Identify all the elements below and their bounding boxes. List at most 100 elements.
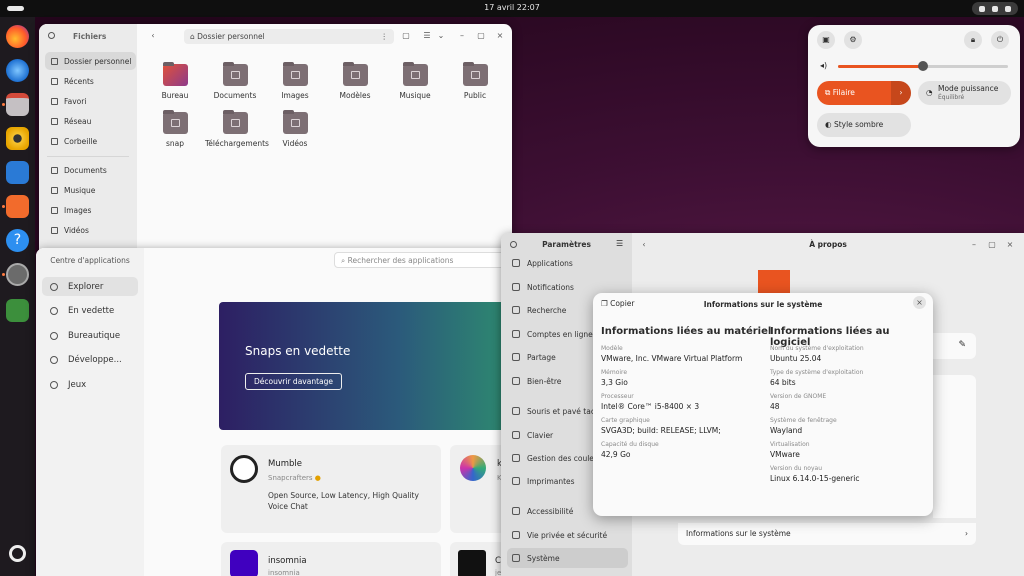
app-center-window: Centre d'applications Explorer En vedette… [36,248,516,576]
nav-item[interactable]: En vedette [42,302,138,321]
featured-banner[interactable]: Snaps en vedette Découvrir davantage [219,302,516,430]
dark-style-toggle[interactable]: ◐ Style sombre [817,113,911,137]
settings-item[interactable]: Vie privée et sécurité [507,525,628,545]
insomnia-icon [230,550,258,576]
settings-gear-icon[interactable]: ⚙ [844,31,862,49]
settings-item[interactable]: Applications [507,253,628,273]
app-card[interactable]: insomnia insomnia [221,542,441,576]
app-center-icon[interactable] [6,195,29,218]
close-icon[interactable]: × [913,296,926,309]
minimize-icon[interactable]: – [454,28,470,44]
menu-icon[interactable]: ☰ [616,239,623,248]
bookmark-item[interactable]: Musique [45,181,136,199]
system-info-row[interactable]: Informations sur le système › [678,523,976,545]
documents-folder-icon [222,62,248,86]
sidebar-item[interactable]: Récents [45,72,136,90]
writer-icon[interactable] [6,161,29,184]
close-icon[interactable]: × [492,28,508,44]
verified-icon: ● [314,474,321,482]
settings-item-icon [512,531,520,539]
device-name-row[interactable]: ✎ [933,333,976,359]
folder-item[interactable]: Documents [205,62,265,100]
folder-item[interactable]: Vidéos [265,110,325,148]
folder-name: Musique [399,91,431,100]
lock-icon[interactable]: 🔒︎ [964,31,982,49]
wired-toggle[interactable]: ⧉ Filaire › [817,81,911,105]
folder-item[interactable]: Public [445,62,505,100]
search-icon: ⌕ [341,256,348,265]
sidebar-item[interactable]: Réseau [45,112,136,130]
maximize-icon[interactable]: ▢ [984,237,1000,253]
volume-icon: ◂) [820,61,828,70]
app-card[interactable]: Mumble Snapcrafters ● Open Source, Low L… [221,445,441,533]
show-apps-icon[interactable] [9,545,26,562]
arrow-right-icon[interactable]: › [891,81,911,105]
sidebar-item[interactable]: Dossier personnel [45,52,136,70]
folder-item[interactable]: snap [145,110,205,148]
system-tray[interactable] [972,2,1018,15]
clock[interactable]: 17 avril 22:07 [0,3,1024,12]
info-entry: Capacité du disque 42,9 Go [601,441,761,459]
dark-style-icon: ◐ [825,120,834,129]
thunderbird-icon[interactable] [6,59,29,82]
folder-name: Images [281,91,309,100]
maximize-icon[interactable]: ▢ [473,28,489,44]
settings-icon[interactable] [6,263,29,286]
app-icon [460,455,486,481]
new-folder-icon[interactable]: ▢ [398,28,414,44]
running-indicator [2,273,5,276]
mumble-icon [230,455,258,483]
volume-knob[interactable] [918,61,928,71]
app-publisher: insomnia [268,569,300,576]
firefox-icon[interactable] [6,25,29,48]
screenshot-icon[interactable]: ▣ [817,31,835,49]
nav-item[interactable]: Bureautique [42,326,138,345]
desktop-folder-icon [162,62,188,86]
files-icon[interactable] [6,93,29,116]
edit-icon: ✎ [958,340,966,350]
help-icon[interactable]: ? [6,229,29,252]
folder-item[interactable]: Musique [385,62,445,100]
settings-item-icon [512,454,520,462]
info-value: VMware, Inc. VMware Virtual Platform [601,354,743,363]
sidebar-item[interactable]: Corbeille [45,132,136,150]
sidebar-item[interactable]: Favori [45,92,136,110]
files-sidebar: Fichiers Dossier personnel Récents Favori R… [39,24,137,256]
dock: ? [0,17,35,576]
bookmark-item[interactable]: Vidéos [45,221,136,239]
rhythmbox-icon[interactable] [6,127,29,150]
folder-item[interactable]: Bureau [145,62,205,100]
nav-item[interactable]: Explorer [42,277,138,296]
nav-item[interactable]: Jeux [42,375,138,394]
info-entry: Virtualisation VMware [770,441,930,459]
view-options-icon[interactable]: ⌄ [433,28,449,44]
nav-icon [50,307,58,315]
trash-icon[interactable] [6,299,29,322]
folder-item[interactable]: Modèles [325,62,385,100]
minimize-icon[interactable]: – [966,237,982,253]
close-icon[interactable]: × [1002,237,1018,253]
power-mode-toggle[interactable]: ◔ Mode puissance Équilibré [918,81,1011,105]
search-field[interactable]: ⌕ Rechercher des applications [334,252,506,268]
place-icon [51,137,58,145]
nav-item[interactable]: Développe... [42,351,138,370]
power-off-icon[interactable]: ⏻ [991,31,1009,49]
bookmark-item[interactable]: Documents [45,161,136,179]
pathbar-location: Dossier personnel [197,32,265,41]
menu-icon[interactable]: ⋮ [381,29,389,44]
nav-back-icon[interactable]: ‹ [145,28,161,44]
settings-item[interactable]: Système [507,548,628,568]
info-entry: Système de fenêtrage Wayland [770,417,930,435]
volume-slider[interactable] [838,61,1008,71]
templates-folder-icon [342,62,368,86]
pathbar[interactable]: ⌂ Dossier personnel ⋮ [184,29,394,44]
system-info-dialog: ❐ Copier Informations sur le système × I… [593,293,933,516]
folder-name: snap [165,139,185,148]
folder-item[interactable]: Images [265,62,325,100]
banner-button[interactable]: Découvrir davantage [245,373,342,390]
bookmark-item[interactable]: Images [45,201,136,219]
folder-item[interactable]: Téléchargements [205,110,269,148]
bookmark-icon [51,166,58,174]
search-icon[interactable] [48,32,55,39]
info-entry: Version du noyau Linux 6.14.0-15-generic [770,465,930,483]
